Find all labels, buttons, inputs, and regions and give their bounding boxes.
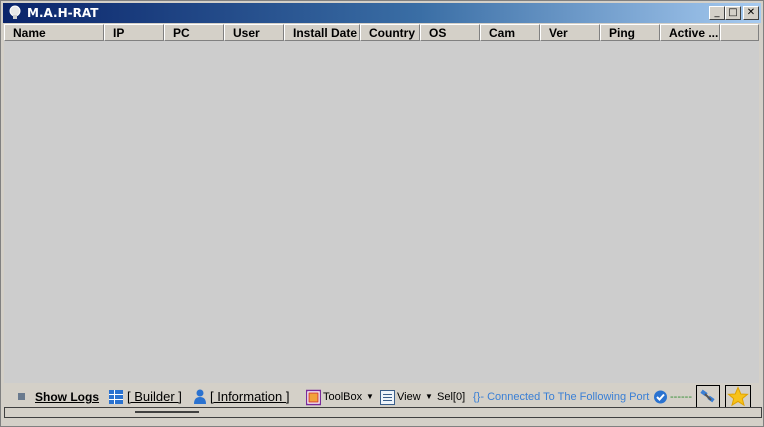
- close-button[interactable]: ✕: [743, 6, 759, 20]
- maximize-button[interactable]: □: [725, 6, 741, 20]
- column-filler: [720, 24, 759, 41]
- column-install-date[interactable]: Install Date: [284, 24, 360, 41]
- show-logs-bullet-icon: [18, 385, 26, 409]
- information-button[interactable]: [ Information ]: [210, 385, 289, 409]
- favorites-button[interactable]: [725, 385, 751, 408]
- check-circle-icon: [653, 385, 668, 409]
- view-menu[interactable]: View: [397, 385, 421, 409]
- user-icon: [193, 385, 207, 409]
- toolbox-icon: [305, 385, 322, 409]
- bulb-icon: [9, 5, 21, 19]
- clients-list[interactable]: [4, 41, 759, 383]
- scrollbar-thumb[interactable]: [135, 411, 199, 413]
- app-window: M.A.H-RAT _ □ ✕ Name IP PC User Install …: [0, 0, 764, 427]
- port-value: ------: [670, 391, 692, 403]
- list-view-icon: [380, 385, 395, 409]
- column-name[interactable]: Name: [4, 24, 104, 41]
- satellite-icon: [700, 389, 715, 403]
- status-bar: Show Logs [ Builder ] [ Information ] To…: [4, 385, 759, 409]
- grid-icon: [109, 385, 123, 409]
- satellite-button[interactable]: [696, 385, 720, 408]
- connection-status: {}- Connected To The Following Port: [473, 391, 650, 403]
- column-ping[interactable]: Ping: [600, 24, 660, 41]
- view-dropdown-icon[interactable]: ▼: [425, 385, 433, 409]
- column-ip[interactable]: IP: [104, 24, 164, 41]
- column-ver[interactable]: Ver: [540, 24, 600, 41]
- toolbox-menu[interactable]: ToolBox: [323, 385, 362, 409]
- star-icon: [727, 386, 749, 407]
- show-logs-button[interactable]: Show Logs: [35, 385, 99, 409]
- column-active[interactable]: Active ...: [660, 24, 720, 41]
- selection-count: Sel[0]: [437, 391, 466, 403]
- column-user[interactable]: User: [224, 24, 284, 41]
- horizontal-scrollbar[interactable]: [4, 407, 762, 418]
- column-os[interactable]: OS: [420, 24, 480, 41]
- column-pc[interactable]: PC: [164, 24, 224, 41]
- list-header: Name IP PC User Install Date Country OS …: [4, 24, 759, 41]
- title-bar[interactable]: M.A.H-RAT _ □ ✕: [3, 3, 761, 23]
- column-cam[interactable]: Cam: [480, 24, 540, 41]
- builder-button[interactable]: [ Builder ]: [127, 385, 182, 409]
- minimize-button[interactable]: _: [709, 6, 725, 20]
- column-country[interactable]: Country: [360, 24, 420, 41]
- toolbox-dropdown-icon[interactable]: ▼: [366, 385, 374, 409]
- window-title: M.A.H-RAT: [27, 6, 99, 20]
